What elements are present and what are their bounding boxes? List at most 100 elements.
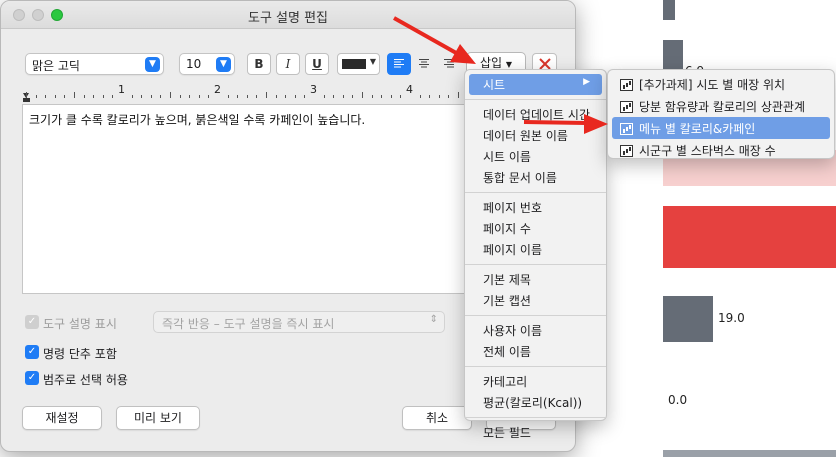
menu-item[interactable]: 사용자 이름: [465, 320, 606, 341]
color-swatch: [342, 59, 366, 69]
checkmark-icon: ✓: [25, 345, 39, 359]
menu-item[interactable]: 평균(칼로리(Kcal)): [465, 392, 606, 413]
menu-item[interactable]: 통합 문서 이름: [465, 167, 606, 188]
ruler-tick: [333, 95, 335, 98]
ruler-tick: [275, 95, 277, 98]
bg-bar: [663, 40, 683, 70]
menu-item[interactable]: 시트 이름: [465, 146, 606, 167]
tooltip-mode-select[interactable]: 즉각 반응 – 도구 설명을 즉시 표시 ⇕: [153, 311, 445, 333]
ruler-number: 4: [406, 83, 413, 96]
ruler-tick: [198, 95, 200, 98]
bg-bar: [663, 0, 675, 20]
bar-chart-icon: [620, 145, 633, 157]
show-tooltip-label: 도구 설명 표시: [43, 317, 117, 331]
ruler-number: 1: [118, 83, 125, 96]
ruler-tick: [189, 95, 191, 98]
font-size-value: 10: [186, 57, 202, 71]
ruler-tick: [83, 95, 85, 98]
bar-chart-icon: [620, 101, 633, 113]
ruler-tick: [141, 95, 143, 98]
font-family-select[interactable]: 맑은 고딕 ▼: [25, 53, 164, 75]
ruler-tick: [170, 92, 171, 98]
bg-bar: [663, 450, 836, 457]
ruler-number: 2: [214, 83, 221, 96]
ruler-tick: [285, 95, 287, 98]
menu-item[interactable]: 페이지 번호: [465, 197, 606, 218]
ruler-tick: [381, 95, 383, 98]
submenu-item-sheet[interactable]: 당분 함유량과 칼로리의 상관관계: [608, 95, 834, 117]
submenu-item-sheet[interactable]: [추가과제] 시도 별 매장 위치: [608, 73, 834, 95]
ruler-tick: [74, 92, 75, 98]
menu-item-sheet[interactable]: 시트 ▶: [469, 74, 602, 95]
ruler-tick: [26, 92, 27, 98]
menu-item[interactable]: 기본 캡션: [465, 290, 606, 311]
text-color-picker[interactable]: ▼: [337, 53, 380, 75]
ruler-tick: [294, 95, 296, 98]
include-command-buttons-label: 명령 단추 포함: [43, 347, 117, 361]
ruler-tick: [304, 95, 306, 98]
ruler-tick: [352, 95, 354, 98]
ruler-tick: [256, 95, 258, 98]
bg-bar: [663, 206, 836, 268]
chevron-down-icon: ▼: [505, 60, 513, 69]
ruler-tick: [45, 95, 47, 98]
updown-chevron-icon: ⇕: [429, 314, 438, 325]
ruler-tick: [342, 95, 344, 98]
ruler-tick: [102, 95, 104, 98]
bold-button[interactable]: B: [247, 53, 271, 75]
submenu-item-label: 시군구 별 스타벅스 매장 수: [639, 144, 776, 158]
tooltip-text: 크기가 클 수록 칼로리가 높으며, 붉은색일 수록 카페인이 높습니다.: [29, 113, 366, 127]
ruler-tick: [54, 95, 56, 98]
allow-selection-by-category-label: 범주로 선택 허용: [43, 373, 128, 387]
ruler-tick: [35, 95, 37, 98]
ruler-tick: [429, 95, 431, 98]
ruler-tick: [419, 95, 421, 98]
ruler-tick: [131, 95, 133, 98]
ruler-tick: [160, 95, 162, 98]
italic-button[interactable]: I: [276, 53, 300, 75]
ruler-tick: [458, 92, 459, 98]
chevron-down-icon: ▼: [145, 57, 160, 72]
menu-item[interactable]: 페이지 수: [465, 218, 606, 239]
ruler-tick: [93, 95, 95, 98]
font-size-select[interactable]: 10 ▼: [179, 53, 235, 75]
ruler-tick: [179, 95, 181, 98]
underline-button[interactable]: U: [305, 53, 329, 75]
menu-separator: [465, 192, 606, 193]
chevron-down-icon: ▼: [369, 57, 376, 66]
ruler-tick: [371, 95, 373, 98]
ruler-tick: [266, 92, 267, 98]
menu-item-label: 시트: [483, 78, 506, 92]
menu-separator: [465, 264, 606, 265]
menu-item[interactable]: 기본 제목: [465, 269, 606, 290]
menu-item[interactable]: 카테고리: [465, 371, 606, 392]
ruler-tick: [438, 95, 440, 98]
menu-separator: [465, 99, 606, 100]
ruler-tick: [246, 95, 248, 98]
menu-item[interactable]: 페이지 이름: [465, 239, 606, 260]
menu-item[interactable]: 모든 필드: [465, 422, 606, 443]
submenu-item-label: 메뉴 별 칼로리&카페인: [639, 122, 756, 136]
bg-label: 0.0: [668, 393, 688, 407]
tooltip-mode-value: 즉각 반응 – 도구 설명을 즉시 표시: [162, 317, 335, 331]
sheet-submenu: [추가과제] 시도 별 매장 위치당분 함유량과 칼로리의 상관관계메뉴 별 칼…: [607, 69, 835, 159]
ruler-tick: [64, 95, 66, 98]
menu-separator: [465, 366, 606, 367]
ruler-tick: [448, 95, 450, 98]
submenu-item-label: 당분 함유량과 칼로리의 상관관계: [639, 100, 806, 114]
submenu-item-sheet[interactable]: 메뉴 별 칼로리&카페인: [612, 117, 830, 139]
ruler-tick: [400, 95, 402, 98]
red-arrow-annotation-insert: [393, 16, 476, 64]
bar-chart-icon: [620, 123, 633, 135]
preview-button[interactable]: 미리 보기: [116, 406, 200, 430]
cancel-button[interactable]: 취소: [402, 406, 472, 430]
ruler-tick: [227, 95, 229, 98]
reset-button[interactable]: 재설정: [22, 406, 102, 430]
ruler-tick: [362, 92, 363, 98]
ruler-number: 3: [310, 83, 317, 96]
submenu-item-sheet[interactable]: 시군구 별 스타벅스 매장 수: [608, 139, 834, 161]
menu-item[interactable]: 전체 이름: [465, 341, 606, 362]
ruler-tick: [112, 95, 114, 98]
ruler-tick: [323, 95, 325, 98]
ruler-tick: [150, 95, 152, 98]
